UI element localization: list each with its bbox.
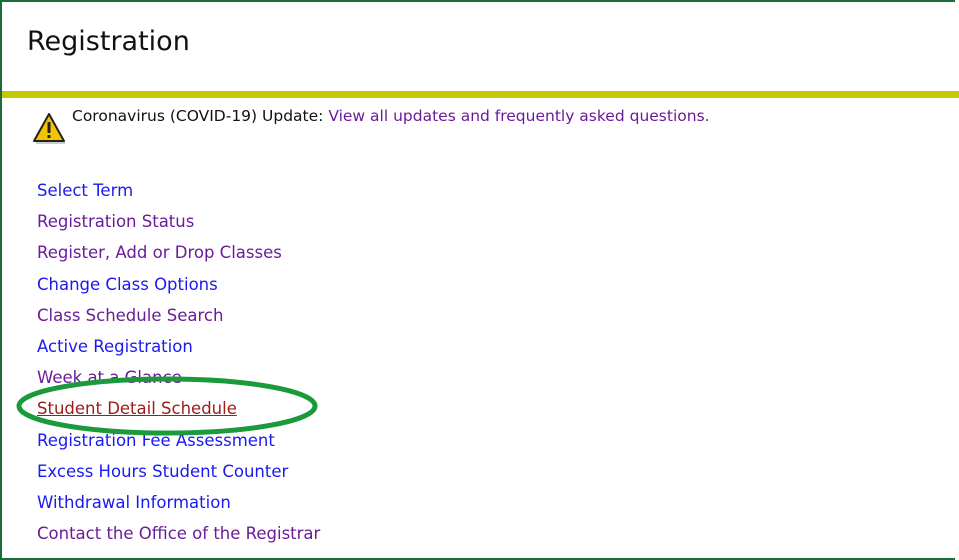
menu-item-contact-registrar: Contact the Office of the Registrar [37,523,320,554]
registration-menu: Select Term Registration Status Register… [37,180,320,554]
menu-item-withdrawal-information: Withdrawal Information [37,492,320,523]
menu-item-register-add-drop: Register, Add or Drop Classes [37,242,320,273]
covid-updates-link[interactable]: View all updates and frequently asked qu… [328,107,709,125]
menu-item-excess-hours: Excess Hours Student Counter [37,461,320,492]
page-title: Registration [27,26,190,57]
active-registration-link[interactable]: Active Registration [37,337,193,356]
select-term-link[interactable]: Select Term [37,181,133,200]
change-class-options-link[interactable]: Change Class Options [37,275,218,294]
class-schedule-search-link[interactable]: Class Schedule Search [37,306,223,325]
registration-status-link[interactable]: Registration Status [37,212,194,231]
menu-item-change-class-options: Change Class Options [37,274,320,305]
notice-text: Coronavirus (COVID-19) Update: View all … [72,106,710,126]
menu-item-active-registration: Active Registration [37,336,320,367]
menu-item-registration-fee-assessment: Registration Fee Assessment [37,430,320,461]
excess-hours-student-counter-link[interactable]: Excess Hours Student Counter [37,462,288,481]
withdrawal-information-link[interactable]: Withdrawal Information [37,493,231,512]
student-detail-schedule-link[interactable]: Student Detail Schedule [37,399,237,418]
menu-item-student-detail-schedule: Student Detail Schedule [37,398,320,429]
contact-registrar-link[interactable]: Contact the Office of the Registrar [37,524,320,543]
title-divider [2,91,959,98]
menu-item-class-schedule-search: Class Schedule Search [37,305,320,336]
menu-item-registration-status: Registration Status [37,211,320,242]
notice-label: Coronavirus (COVID-19) Update: [72,107,324,125]
warning-triangle-icon [33,113,65,144]
menu-item-select-term: Select Term [37,180,320,211]
menu-item-week-at-a-glance: Week at a Glance [37,367,320,398]
register-add-drop-classes-link[interactable]: Register, Add or Drop Classes [37,243,282,262]
week-at-a-glance-link[interactable]: Week at a Glance [37,368,182,387]
registration-fee-assessment-link[interactable]: Registration Fee Assessment [37,431,275,450]
